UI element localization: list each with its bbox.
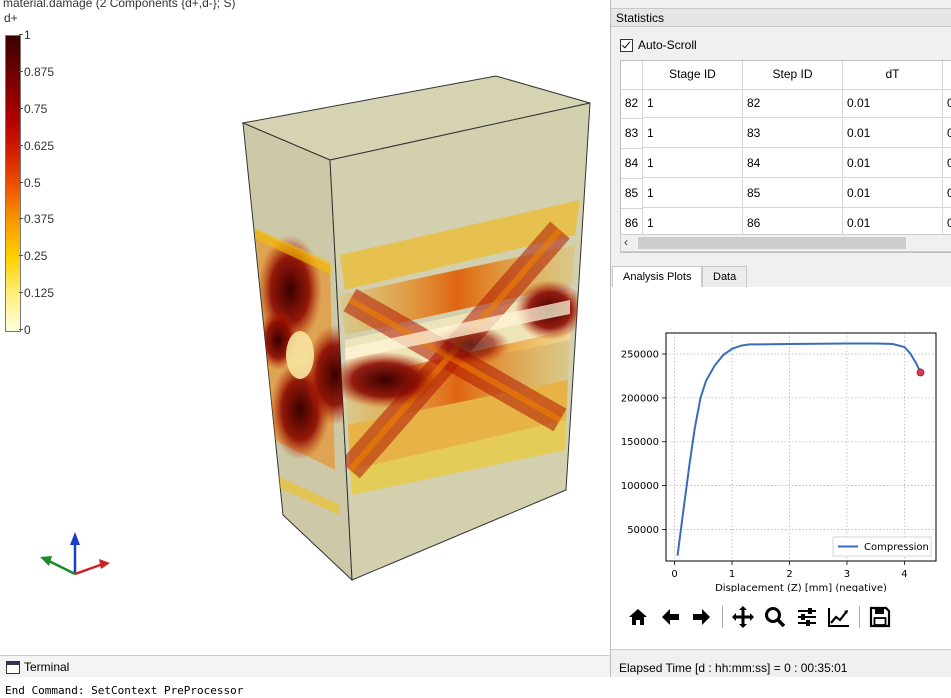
scroll-left-icon[interactable]: ‹ [624,235,628,249]
toolbar-separator [722,606,723,628]
elapsed-time: Elapsed Time [d : hh:mm:ss] = 0 : 00:35:… [619,661,848,675]
y-tick-label: 200000 [621,393,659,404]
x-tick-label: 3 [844,569,850,580]
cell-step-id: 83 [743,119,843,148]
terminal-title: Terminal [24,660,70,674]
y-tick-label: 50000 [627,525,659,536]
x-tick-label: 1 [729,569,735,580]
cell-dt: 0.01 [843,89,943,118]
plot-tabs: Analysis Plots Data [611,265,951,289]
cell-dt: 0.01 [843,119,943,148]
3d-viewport[interactable]: material.damage (2 Components {d+,d-}; S… [0,0,610,655]
table-row[interactable]: 831830.010 [621,119,951,149]
table-horizontal-scrollbar[interactable]: ‹ [620,234,951,252]
edit-curves-icon[interactable] [826,604,852,630]
x-tick-label: 2 [786,569,792,580]
legend-label: Compression [864,542,929,553]
row-index: 84 [621,149,643,179]
table-corner [621,61,643,90]
cell-extra: 0 [943,179,951,208]
auto-scroll-checkbox[interactable] [620,38,633,52]
table-row[interactable]: 851850.010 [621,179,951,209]
forward-arrow-icon[interactable] [689,604,715,630]
row-index: 82 [621,89,643,119]
pan-icon[interactable] [730,604,756,630]
column-header-stage-id[interactable]: Stage ID [643,61,743,90]
cell-dt: 0.01 [843,149,943,178]
cell-step-id: 85 [743,179,843,208]
side-panel: Statistics Auto-Scroll Stage ID Step ID … [610,0,951,685]
cell-stage-id: 1 [643,89,743,118]
damage-model[interactable] [0,0,610,655]
x-axis-label: Displacement (Z) [mm] (negative) [715,583,887,592]
y-tick-label: 250000 [621,350,659,361]
end-point-marker [916,368,925,377]
cell-extra: 0 [943,119,951,148]
cell-stage-id: 1 [643,179,743,208]
terminal-header[interactable]: Terminal [0,655,610,678]
x-tick-label: 4 [901,569,907,580]
axis-triad-icon [40,532,110,576]
y-tick-label: 150000 [621,437,659,448]
terminal-icon [6,661,20,674]
configure-subplots-icon[interactable] [794,604,820,630]
auto-scroll-label: Auto-Scroll [638,38,697,52]
row-index: 83 [621,119,643,149]
save-icon[interactable] [867,604,893,630]
auto-scroll-toggle[interactable]: Auto-Scroll [620,38,697,52]
plot-toolbar [625,604,893,630]
cell-dt: 0.01 [843,179,943,208]
statistics-header: Statistics [611,8,951,27]
column-header-step-id[interactable]: Step ID [743,61,843,90]
home-icon[interactable] [625,604,651,630]
back-arrow-icon[interactable] [657,604,683,630]
tab-analysis-plots[interactable]: Analysis Plots [612,266,703,289]
cell-step-id: 82 [743,89,843,118]
series-line-compression [676,342,922,556]
compression-chart[interactable]: 0 1 2 3 4 50000 100000 150000 200000 250000 Displa… [611,287,951,592]
cell-stage-id: 1 [643,119,743,148]
plot-frame [665,332,937,562]
zoom-icon[interactable] [762,604,788,630]
table-row[interactable]: 841840.010 [621,149,951,179]
terminal-output[interactable]: End Command: SetContext PreProcessor [0,677,951,698]
column-header-dt[interactable]: dT [843,61,943,90]
cell-stage-id: 1 [643,149,743,178]
cell-step-id: 84 [743,149,843,178]
terminal-last-line: End Command: SetContext PreProcessor [5,684,244,697]
table-row[interactable]: 821820.010 [621,89,951,119]
tab-data[interactable]: Data [702,266,748,288]
toolbar-separator [859,606,860,628]
statistics-title: Statistics [616,11,665,25]
cell-extra: 0 [943,149,951,178]
row-index: 85 [621,179,643,209]
scrollbar-thumb[interactable] [638,237,906,249]
statistics-table[interactable]: Stage ID Step ID dT 821820.010831830.010… [620,60,951,253]
y-tick-label: 100000 [621,481,659,492]
analysis-plot-area: 0 1 2 3 4 50000 100000 150000 200000 250000 Displa… [611,287,951,649]
column-header-extra[interactable] [943,61,951,90]
x-tick-label: 0 [671,569,677,580]
cell-extra: 0 [943,89,951,118]
